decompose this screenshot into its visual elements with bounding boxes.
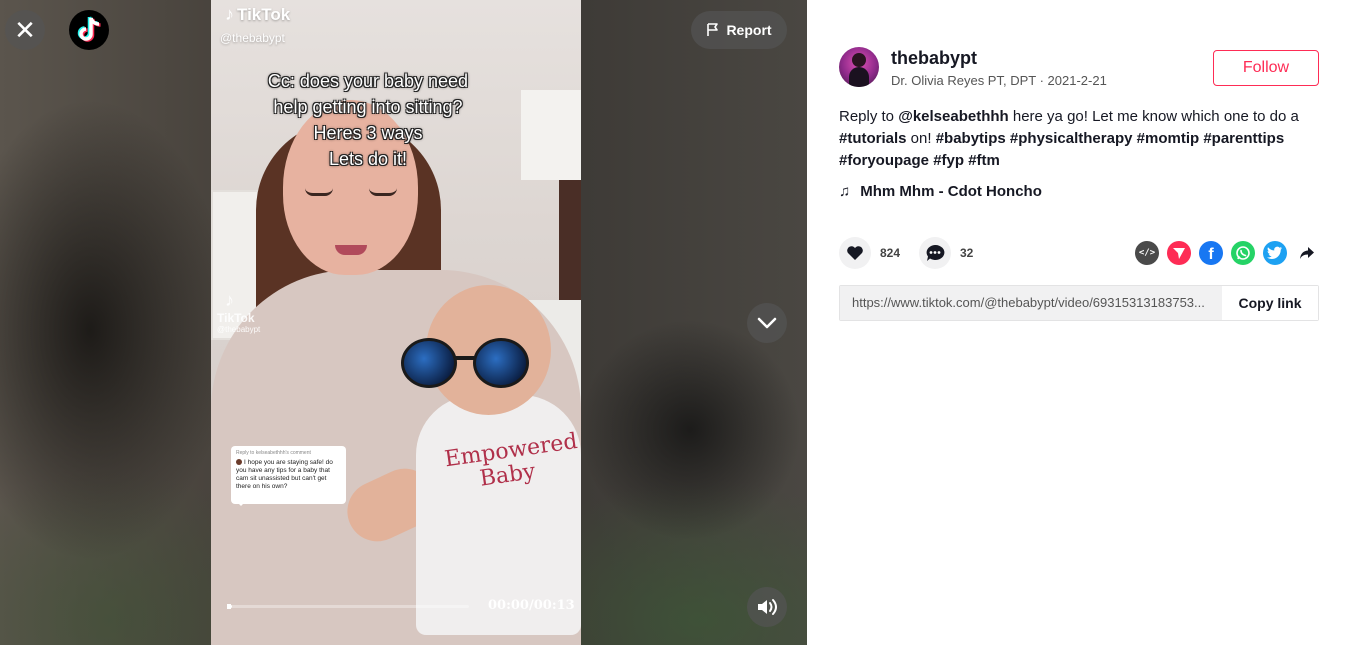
hashtag-link[interactable]: #foryoupage (839, 152, 929, 169)
author-username[interactable]: thebabypt (891, 48, 977, 69)
chevron-down-icon (757, 317, 777, 329)
progress-bar[interactable] (227, 604, 469, 609)
music-title: Mhm Mhm - Cdot Honcho (860, 183, 1042, 200)
avatar (236, 459, 242, 466)
flag-icon (707, 23, 719, 36)
like-count: 824 (880, 246, 901, 260)
music-link[interactable]: ♫ Mhm Mhm - Cdot Honcho (839, 183, 1042, 200)
hashtag-link[interactable]: #fyp (933, 152, 964, 169)
next-video-button[interactable] (747, 303, 787, 343)
hashtag-link[interactable]: #ftm (968, 152, 1000, 169)
send-to-friends-button[interactable] (1167, 241, 1191, 265)
video-watermark: ♪ TikTok (225, 4, 290, 25)
caption-line: Lets do it! (328, 149, 408, 169)
whatsapp-icon (1236, 246, 1250, 260)
comment-count: 32 (960, 246, 974, 260)
reply-card-header: Reply to kelseabethhh's comment (236, 450, 311, 456)
follow-button[interactable]: Follow (1213, 50, 1319, 86)
share-arrow-icon (1300, 247, 1314, 259)
note-icon: ♪ (225, 290, 234, 310)
avatar[interactable] (839, 47, 879, 87)
scene-lens-left (401, 338, 457, 388)
watermark-user: @thebabypt (220, 31, 285, 45)
more-share-button[interactable] (1295, 241, 1319, 265)
close-icon: ✕ (14, 15, 36, 45)
facebook-icon: f (1208, 245, 1214, 263)
mention-link[interactable]: @kelseabethhh (898, 108, 1009, 125)
subline-separator: · (1035, 73, 1048, 88)
copy-link-button[interactable]: Copy link (1222, 286, 1318, 320)
hashtag-link[interactable]: #tutorials (839, 130, 907, 147)
watermark2-user: @thebabypt (217, 325, 261, 334)
scene-eye-left (305, 188, 333, 196)
sound-button[interactable] (747, 587, 787, 627)
send-icon (1173, 248, 1185, 259)
hashtag-link[interactable]: #momtip (1137, 130, 1200, 147)
video-frame[interactable]: Empowered Baby ♪ TikTok @thebabypt ♪ Tik… (211, 0, 581, 645)
scene-lens-right (473, 338, 529, 388)
heart-icon (847, 246, 863, 260)
hashtag-link[interactable]: #babytips (936, 130, 1006, 147)
watermark-name: TikTok (237, 4, 291, 24)
music-note-icon: ♫ (839, 183, 851, 200)
progress-knob[interactable] (227, 604, 231, 609)
volume-icon (758, 599, 777, 615)
desc-prefix: Reply to (839, 108, 899, 125)
hashtag-link[interactable]: #parenttips (1203, 130, 1284, 147)
reply-comment-card: Reply to kelseabethhh's comment I hope y… (231, 446, 346, 506)
like-stat: 824 (839, 237, 900, 269)
caption-line: Heres 3 ways (313, 123, 423, 143)
report-label: Report (726, 22, 772, 38)
caption-line: Cc: does your baby need (267, 71, 469, 91)
post-date: 2021-2-21 (1047, 73, 1107, 88)
desc-text-2: on! (906, 130, 936, 147)
embed-share-button[interactable]: </> (1135, 241, 1159, 265)
scene-cabinet (521, 90, 581, 180)
twitter-share-button[interactable] (1263, 241, 1287, 265)
video-info-panel: thebabypt Dr. Olivia Reyes PT, DPT · 202… (807, 0, 1351, 645)
reply-card-text: I hope you are staying safe! do you have… (236, 459, 333, 490)
comment-stat: 32 (919, 237, 973, 269)
video-link-text[interactable]: https://www.tiktok.com/@thebabypt/video/… (840, 286, 1222, 320)
scene-sunglasses (401, 338, 536, 390)
scene-mouth (335, 245, 367, 255)
copy-link-box: https://www.tiktok.com/@thebabypt/video/… (839, 285, 1319, 321)
comment-button[interactable] (919, 237, 951, 269)
video-watermark-2: ♪ TikTok @thebabypt (217, 290, 260, 334)
whatsapp-share-button[interactable] (1231, 241, 1255, 265)
note-icon: ♪ (225, 4, 234, 24)
tiktok-logo-icon[interactable] (69, 10, 109, 50)
desc-text: here ya go! Let me know which one to do … (1008, 108, 1299, 125)
video-player[interactable]: Empowered Baby ♪ TikTok @thebabypt ♪ Tik… (0, 0, 807, 645)
video-caption: Cc: does your baby need help getting int… (211, 68, 525, 172)
video-time: 00:00/00:13 (488, 598, 575, 613)
hashtag-link[interactable]: #physicaltherapy (1010, 130, 1133, 147)
like-button[interactable] (839, 237, 871, 269)
twitter-icon (1267, 246, 1282, 259)
video-description: Reply to @kelseabethhh here ya go! Let m… (839, 106, 1329, 172)
author-display-name: Dr. Olivia Reyes PT, DPT (891, 73, 1036, 88)
close-button[interactable]: ✕ (5, 10, 45, 50)
scene-doorframe (559, 180, 581, 300)
author-subline: Dr. Olivia Reyes PT, DPT · 2021-2-21 (891, 73, 1107, 88)
facebook-share-button[interactable]: f (1199, 241, 1223, 265)
comment-icon (926, 244, 945, 261)
report-button[interactable]: Report (691, 11, 787, 49)
watermark2-name: TikTok (217, 311, 255, 325)
caption-line: help getting into sitting? (273, 97, 463, 117)
embed-icon: </> (1138, 248, 1156, 258)
scene-eye-right (369, 188, 397, 196)
